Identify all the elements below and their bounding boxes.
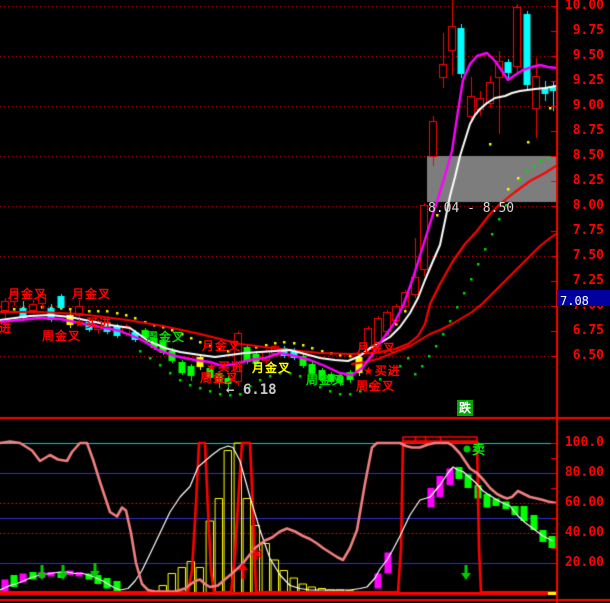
chart-canvas[interactable] [0,0,610,603]
trading-chart-screen: 10.009.759.509.259.008.758.508.258.007.7… [0,0,610,603]
current-price-marker: 7.08 [557,290,610,306]
current-price-value: 7.08 [557,294,589,308]
